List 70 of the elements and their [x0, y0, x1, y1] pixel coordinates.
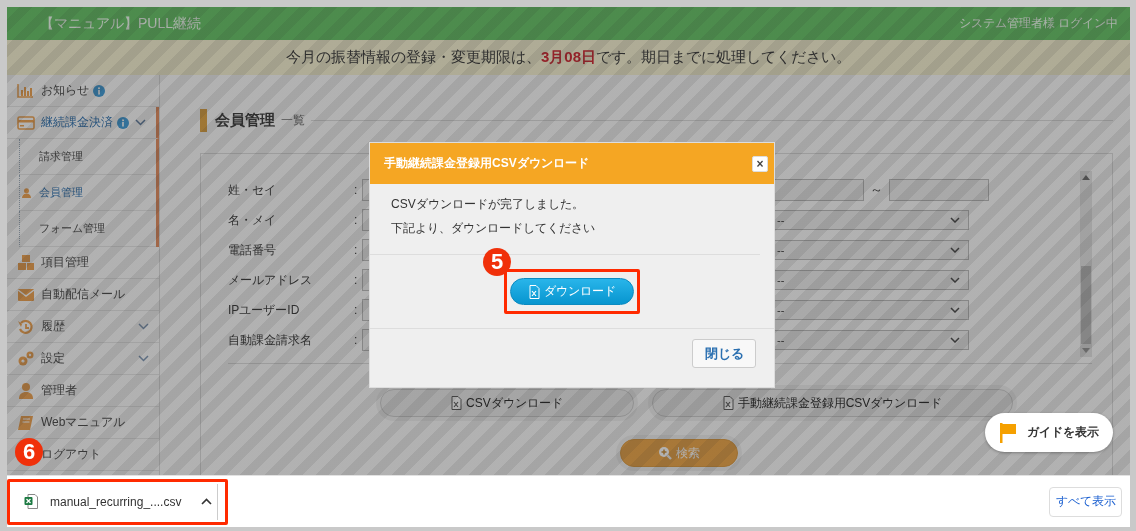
sidebar-item[interactable]: お知らせ [7, 75, 159, 107]
sidebar-item[interactable]: 管理者 [7, 375, 159, 407]
credit-card-icon [17, 114, 35, 131]
login-status: システム管理者様 ログイン中 [958, 15, 1118, 32]
boxes-icon [17, 254, 35, 271]
spreadsheet-icon [24, 494, 38, 510]
notice-text: 今月の振替情報の登録・変更期限は、3月08日です。期日までに処理してください。 [286, 48, 851, 67]
field-label: 自動課金請求名 [228, 331, 313, 349]
document-icon [722, 396, 734, 410]
range-separator: ～ [870, 181, 883, 199]
chevron-down-icon [950, 337, 960, 343]
sidebar-item[interactable]: 履歴 [7, 311, 159, 343]
dialog-message: CSVダウンロードが完了しました。 [391, 196, 585, 213]
sidebar-item[interactable]: Webマニュアル [7, 407, 159, 439]
close-button[interactable]: 閉じる [692, 339, 756, 368]
scrollbar[interactable] [1080, 171, 1092, 357]
field-label: 姓・セイ [228, 181, 277, 199]
zoom-in-icon [658, 446, 672, 460]
submenu-item[interactable]: フォーム管理 [19, 211, 156, 247]
scrollbar-thumb[interactable] [1081, 266, 1091, 344]
colon: : [354, 183, 359, 197]
history-icon [17, 318, 35, 335]
person-icon [22, 187, 31, 198]
book-icon [17, 414, 35, 431]
chevron-down-icon [950, 277, 960, 283]
scroll-down-icon [1082, 348, 1090, 353]
field-label: メールアドレス [228, 271, 313, 289]
chevron-down-icon [950, 247, 960, 253]
sidebar-item[interactable]: 設定 [7, 343, 159, 375]
document-icon [528, 284, 540, 299]
close-button[interactable]: × [752, 155, 768, 172]
submenu-item[interactable]: 会員管理 [19, 175, 156, 211]
title-accent [200, 108, 207, 132]
sidebar-item[interactable]: 自動配信メール [7, 279, 159, 311]
step-badge: 5 [483, 248, 511, 276]
colon: : [354, 243, 359, 257]
chevron-down-icon [950, 217, 960, 223]
colon: : [354, 333, 359, 347]
app-title: 【マニュアル】PULL継続 [40, 14, 202, 33]
dialog-message: 下記より、ダウンロードしてください [391, 220, 596, 237]
document-icon [451, 396, 462, 410]
csv-download-button[interactable]: 手動継続課金登録用CSVダウンロード [651, 389, 1014, 417]
page-subtitle: 一覧 [281, 111, 305, 129]
input-field[interactable] [889, 179, 989, 201]
bar-chart-icon [17, 82, 35, 99]
caret-up-icon [201, 498, 213, 506]
colon: : [354, 273, 359, 287]
sidebar-item[interactable]: 継続課金決済 [7, 107, 159, 139]
dialog-title: 手動継続課金登録用CSVダウンロード [384, 155, 589, 172]
chevron-down-icon [138, 355, 149, 362]
gears-icon [17, 350, 35, 367]
field-label: IPユーザーID [228, 301, 301, 319]
sidebar-item[interactable]: 項目管理 [7, 247, 159, 279]
chevron-down-icon [138, 323, 149, 330]
flag-icon [999, 422, 1017, 443]
submenu-item[interactable]: 請求管理 [19, 139, 156, 175]
download-item[interactable]: manual_recurring_....csv [10, 483, 218, 520]
person-icon [17, 382, 35, 399]
envelope-icon [17, 286, 35, 303]
page-title: 会員管理 [215, 110, 275, 130]
chevron-down-icon [135, 119, 146, 126]
guide-button[interactable]: ガイドを表示 [985, 413, 1113, 452]
chevron-down-icon [950, 307, 960, 313]
csv-download-button[interactable]: CSVダウンロード [380, 389, 634, 417]
colon: : [354, 213, 359, 227]
scroll-up-icon [1082, 175, 1090, 180]
show-all-button[interactable]: すべて表示 [1049, 486, 1122, 517]
field-label: 名・メイ [228, 211, 277, 229]
field-label: 電話番号 [228, 241, 277, 259]
colon: : [354, 303, 359, 317]
